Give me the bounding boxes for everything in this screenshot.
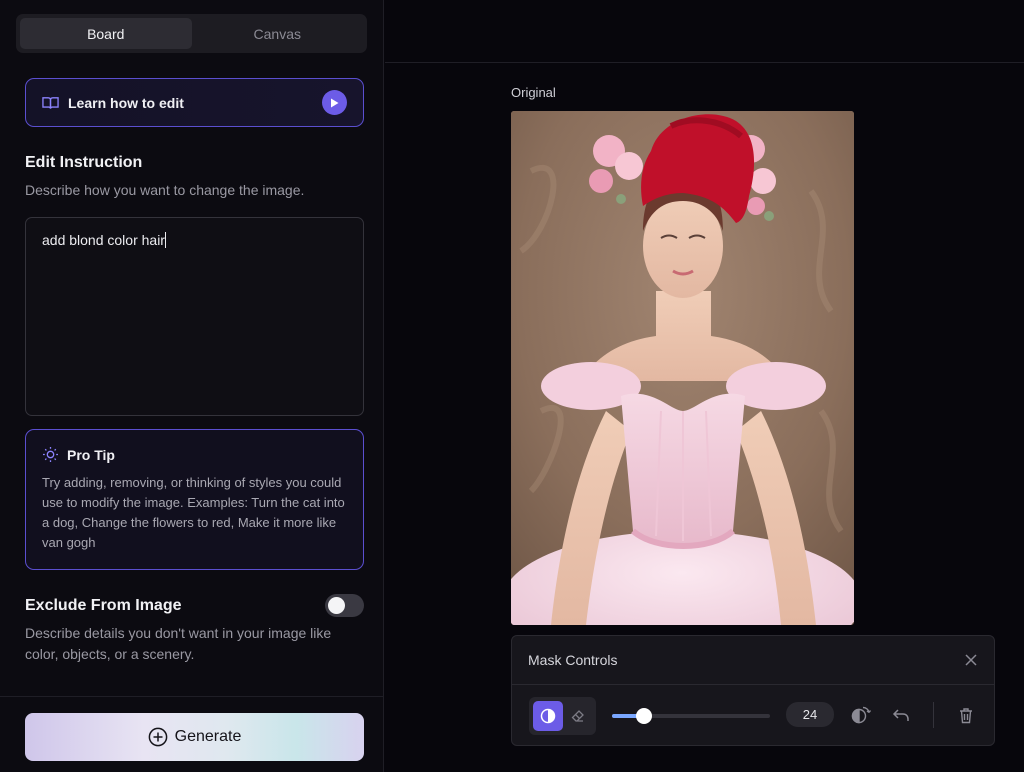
edit-instruction-title: Edit Instruction xyxy=(25,154,143,171)
close-icon[interactable] xyxy=(964,653,978,667)
delete-mask-button[interactable] xyxy=(955,704,977,726)
lightbulb-icon xyxy=(43,447,58,462)
tab-canvas[interactable]: Canvas xyxy=(192,18,364,49)
edit-instruction-value: add blond color hair xyxy=(42,232,165,248)
divider xyxy=(0,696,384,697)
invert-mask-icon xyxy=(851,706,872,724)
mask-brush-button[interactable] xyxy=(533,701,563,731)
undo-icon xyxy=(892,709,909,721)
edit-instruction-input[interactable]: add blond color hair xyxy=(25,217,364,416)
edit-instruction-description: Describe how you want to change the imag… xyxy=(25,182,305,198)
generate-button[interactable]: Generate xyxy=(25,713,364,761)
exclude-toggle[interactable] xyxy=(325,594,364,617)
exclude-description: Describe details you don't want in your … xyxy=(25,625,332,662)
pro-tip-card: Pro Tip Try adding, removing, or thinkin… xyxy=(25,429,364,570)
generate-label: Generate xyxy=(174,728,242,745)
pro-tip-body: Try adding, removing, or thinking of sty… xyxy=(42,475,345,550)
image-label: Original xyxy=(511,85,556,100)
eraser-icon xyxy=(571,710,584,722)
exclude-title: Exclude From Image xyxy=(25,597,182,614)
play-icon xyxy=(322,90,347,115)
plus-circle-icon xyxy=(148,727,167,747)
half-circle-icon xyxy=(540,708,556,724)
eraser-button[interactable] xyxy=(563,701,593,731)
pro-tip-title: Pro Tip xyxy=(67,446,115,463)
main-divider xyxy=(385,62,1024,63)
learn-how-to-edit-label: Learn how to edit xyxy=(68,94,184,111)
trash-icon xyxy=(960,707,972,723)
view-switcher: Board Canvas xyxy=(16,14,367,53)
mask-controls-panel: Mask Controls 24 xyxy=(511,635,995,746)
original-image[interactable] xyxy=(511,111,854,625)
slider-thumb[interactable] xyxy=(635,708,652,724)
book-icon xyxy=(42,96,59,109)
brush-size-slider[interactable] xyxy=(612,708,770,724)
brush-size-value[interactable]: 24 xyxy=(786,702,834,727)
toolbar-separator xyxy=(933,702,934,728)
text-caret xyxy=(164,232,166,248)
undo-button[interactable] xyxy=(890,704,912,726)
mask-controls-title: Mask Controls xyxy=(528,652,618,668)
learn-how-to-edit-button[interactable]: Learn how to edit xyxy=(25,78,364,127)
toggle-knob xyxy=(328,597,345,614)
tab-board[interactable]: Board xyxy=(20,18,192,49)
mask-tool-group xyxy=(529,697,596,735)
left-panel: Board Canvas Learn how to edit Edit Inst… xyxy=(0,0,384,772)
invert-mask-button[interactable] xyxy=(850,704,872,726)
portrait-illustration xyxy=(511,111,854,625)
